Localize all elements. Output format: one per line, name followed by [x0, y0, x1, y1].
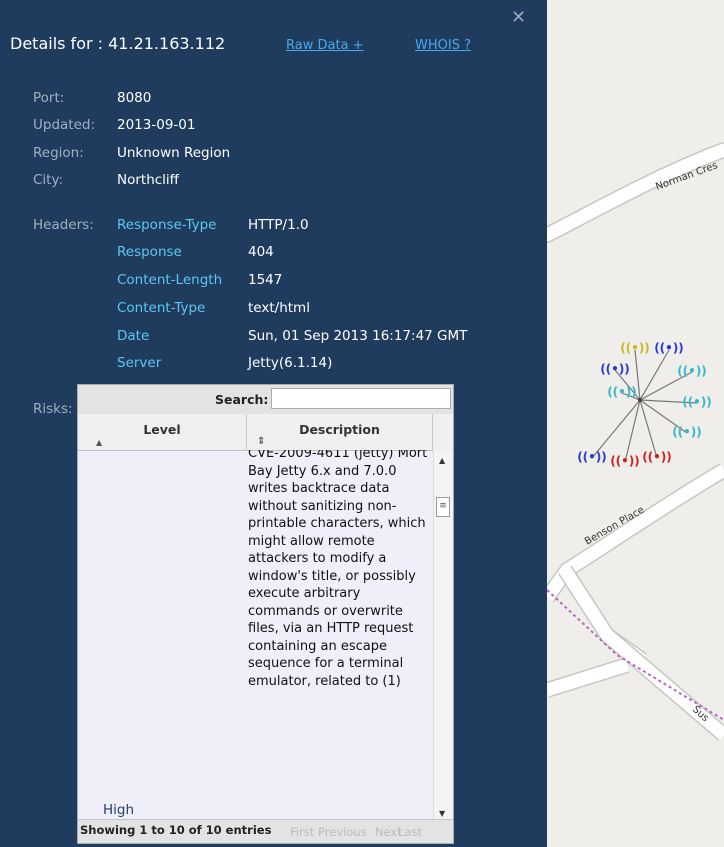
column-header-level[interactable]: Level ▲ [78, 414, 247, 450]
marker-icon: ((•)) [610, 454, 640, 468]
sort-ascending-icon: ▲ [96, 438, 103, 447]
marker-icon: ((•)) [654, 341, 684, 355]
marker-icon: ((•)) [607, 385, 637, 399]
marker-icon: ((•)) [620, 341, 650, 355]
marker-icon: ((•)) [642, 450, 672, 464]
scrollbar-thumb[interactable]: ≡ [436, 497, 450, 517]
raw-data-link[interactable]: Raw Data + [286, 38, 364, 53]
search-input[interactable] [271, 388, 451, 409]
entries-info: Showing 1 to 10 of 10 entries [80, 823, 272, 837]
marker-icon: ((•)) [600, 362, 630, 376]
risks-table: Search: Level ▲ Description ⇕ High CVE-2… [77, 384, 454, 844]
header-key: Response [117, 244, 182, 260]
column-label: Level [143, 422, 181, 437]
vertical-scrollbar[interactable]: ▲ ≡ ▼ [433, 450, 452, 822]
pagination-last[interactable]: Last [398, 825, 422, 839]
map-view[interactable]: Norman Cres Benson Place Sus ((•)) ((•))… [547, 0, 724, 847]
marker-icon: ((•)) [682, 395, 712, 409]
marker-icon: ((•)) [577, 450, 607, 464]
header-key: Content-Type [117, 300, 206, 316]
info-label: Port: [33, 90, 65, 106]
header-value: Sun, 01 Sep 2013 16:17:47 GMT [248, 328, 468, 344]
column-label: Description [299, 422, 380, 437]
info-label: Region: [33, 145, 84, 161]
pagination-first[interactable]: First [290, 825, 314, 839]
scroll-down-icon[interactable]: ▼ [439, 809, 445, 818]
scroll-up-icon[interactable]: ▲ [439, 456, 445, 465]
table-footer: Showing 1 to 10 of 10 entries First Prev… [78, 819, 453, 843]
search-bar: Search: [78, 385, 453, 415]
info-value: Northcliff [117, 172, 179, 188]
header-value: 1547 [248, 272, 283, 288]
risks-label: Risks: [33, 401, 73, 417]
header-value: HTTP/1.0 [248, 217, 309, 233]
header-key: Content-Length [117, 272, 223, 288]
table-body: High CVE-2009-4611 (jetty) Mort Bay Jett… [78, 450, 433, 822]
info-value: 8080 [117, 90, 152, 106]
header-value: 404 [248, 244, 274, 260]
info-value: Unknown Region [117, 145, 231, 161]
header-key: Response-Type [117, 217, 217, 233]
whois-link[interactable]: WHOIS ? [415, 38, 471, 53]
search-label: Search: [215, 392, 269, 407]
table-header: Level ▲ Description ⇕ [78, 414, 453, 451]
header-value: Jetty(6.1.14) [248, 355, 333, 371]
page-title: Details for : 41.21.163.112 [10, 34, 226, 53]
header-key: Server [117, 355, 162, 371]
risk-level-cell: High [103, 802, 135, 818]
details-panel: ✕ Details for : 41.21.163.112 Raw Data +… [0, 0, 547, 847]
header-key: Date [117, 328, 150, 344]
info-value: 2013-09-01 [117, 117, 196, 133]
info-label: City: [33, 172, 64, 188]
headers-label: Headers: [33, 217, 94, 233]
sort-both-icon: ⇕ [257, 436, 266, 447]
header-value: text/html [248, 300, 310, 316]
pagination-previous[interactable]: Previous [318, 825, 367, 839]
close-icon[interactable]: ✕ [511, 7, 526, 28]
risk-description-cell: CVE-2009-4611 (jetty) Mort Bay Jetty 6.x… [248, 450, 428, 689]
marker-icon: ((•)) [672, 425, 702, 439]
info-label: Updated: [33, 117, 96, 133]
marker-icon: ((•)) [677, 364, 707, 378]
column-header-description[interactable]: Description ⇕ [247, 414, 433, 450]
